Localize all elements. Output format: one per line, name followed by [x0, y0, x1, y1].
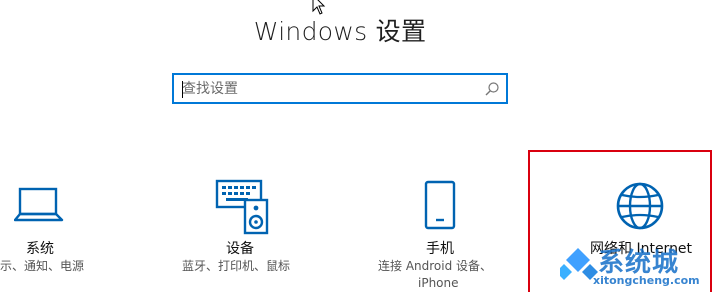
tile-name: 设备 [226, 241, 254, 257]
keyboard-speaker-icon [215, 179, 269, 235]
watermark-url: xitongcheng.com [593, 274, 700, 287]
tile-phone[interactable]: 手机 连接 Android 设备、 iPhone [370, 150, 520, 292]
tile-name: 手机 [426, 241, 454, 257]
page-title: Windows 设置 [253, 17, 427, 46]
tile-description: 蓝牙、打印机、鼠标 [182, 259, 291, 273]
phone-icon [424, 180, 456, 230]
search-icon[interactable] [484, 81, 500, 97]
tile-devices[interactable]: 设备 蓝牙、打印机、鼠标 [170, 150, 320, 292]
tile-description: 示、通知、电源 [0, 259, 85, 273]
search-box[interactable] [172, 73, 508, 104]
tile-description: 连接 Android 设备、 [378, 259, 493, 273]
laptop-icon [14, 187, 64, 222]
globe-icon [616, 182, 664, 230]
tile-description: iPhone [418, 276, 459, 290]
text-caret [182, 81, 183, 98]
tile-name: 系统 [26, 241, 54, 257]
search-input[interactable] [182, 79, 472, 99]
tile-system[interactable]: 系统 示、通知、电源 [0, 150, 130, 292]
